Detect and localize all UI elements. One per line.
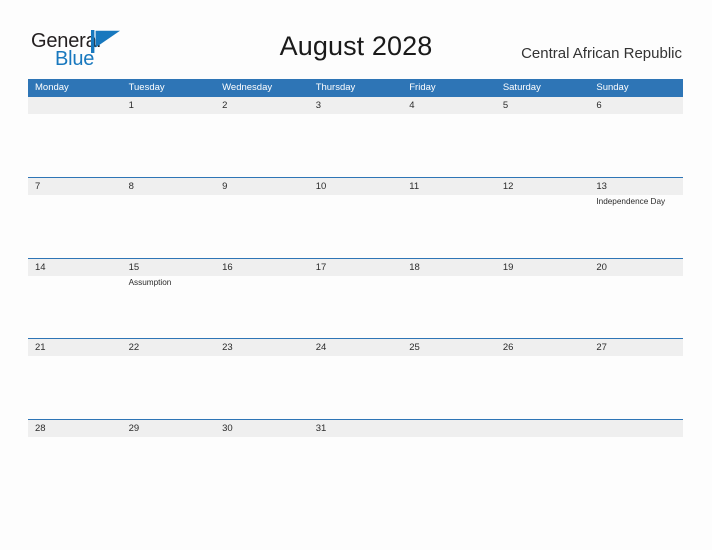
calendar-week-row: 28 29 30 31 [28, 418, 683, 500]
calendar-day-cell[interactable]: 28 [28, 420, 122, 500]
day-number: 9 [222, 181, 228, 192]
calendar-grid: Monday Tuesday Wednesday Thursday Friday… [28, 79, 683, 499]
day-number: 1 [128, 100, 134, 111]
day-number: 12 [502, 181, 514, 192]
day-number: 16 [222, 261, 233, 273]
day-number: 18 [409, 261, 420, 273]
day-number: 25 [409, 342, 420, 353]
calendar-day-cell[interactable]: 9 [215, 178, 309, 258]
day-number: 3 [315, 100, 321, 111]
weekday-monday: Monday [35, 82, 69, 93]
calendar-day-cell[interactable]: 10 [309, 178, 403, 258]
calendar-day-cell[interactable]: 13 Independence Day [589, 178, 683, 258]
calendar-day-cell-empty [496, 420, 590, 500]
day-number: 21 [35, 342, 46, 353]
calendar-day-cell[interactable]: 21 [28, 339, 122, 419]
day-number: 26 [502, 342, 514, 353]
day-number: 29 [128, 422, 140, 434]
day-number: 31 [315, 422, 327, 434]
calendar-day-cell[interactable]: 8 [122, 178, 216, 258]
day-number: 5 [502, 100, 509, 111]
region-label: Central African Republic [521, 45, 682, 62]
calendar-day-cell[interactable]: 17 [309, 259, 403, 339]
day-number: 2 [222, 100, 228, 111]
calendar-day-cell[interactable]: 6 [589, 97, 683, 177]
calendar-day-cell[interactable]: 1 [122, 97, 216, 177]
calendar-day-cell[interactable]: 24 [309, 339, 403, 419]
day-number: 14 [35, 261, 46, 273]
day-number: 28 [35, 422, 46, 434]
calendar-day-cell[interactable]: 16 [215, 259, 309, 339]
day-events: Independence Day [596, 196, 684, 207]
weekday-friday: Friday [409, 82, 436, 93]
day-number: 24 [315, 342, 327, 353]
calendar-day-cell[interactable]: 4 [402, 97, 496, 177]
calendar-day-cell[interactable]: 29 [122, 420, 216, 500]
calendar-day-cell[interactable]: 3 [309, 97, 403, 177]
holiday-label: Independence Day [596, 197, 666, 206]
calendar-day-cell[interactable]: 12 [496, 178, 590, 258]
day-number: 19 [502, 261, 514, 273]
calendar-day-cell[interactable]: 22 [122, 339, 216, 419]
calendar-day-cell[interactable]: 23 [215, 339, 309, 419]
calendar-day-cell[interactable]: 2 [215, 97, 309, 177]
day-number: 11 [409, 181, 420, 192]
calendar-day-cell[interactable]: 25 [402, 339, 496, 419]
day-events: Assumption [129, 277, 217, 288]
calendar-day-cell-empty [402, 420, 496, 500]
day-number: 13 [596, 181, 607, 192]
day-number: 4 [409, 100, 415, 111]
weekday-header-row: Monday Tuesday Wednesday Thursday Friday… [28, 79, 683, 96]
day-number: 27 [596, 342, 607, 353]
weekday-saturday: Saturday [502, 82, 541, 93]
day-number: 8 [128, 181, 134, 192]
calendar-day-cell-empty [28, 97, 122, 177]
day-number: 30 [222, 422, 233, 434]
calendar-day-cell[interactable]: 15 Assumption [122, 259, 216, 339]
day-number: 20 [596, 261, 607, 273]
calendar-week-row: 7 8 9 10 11 12 13 Independence Day [28, 177, 683, 258]
calendar-day-cell[interactable]: 18 [402, 259, 496, 339]
calendar-day-cell[interactable]: 7 [28, 178, 122, 258]
day-number: 7 [35, 181, 41, 192]
day-number: 17 [315, 261, 327, 273]
weekday-tuesday: Tuesday [128, 82, 165, 93]
calendar-day-cell[interactable]: 14 [28, 259, 122, 339]
weekday-wednesday: Wednesday [222, 82, 273, 93]
calendar-day-cell[interactable]: 20 [589, 259, 683, 339]
day-number: 23 [222, 342, 233, 353]
calendar-day-cell-empty [589, 420, 683, 500]
calendar-week-row: 1 2 3 4 5 6 [28, 96, 683, 177]
calendar-day-cell[interactable]: 19 [496, 259, 590, 339]
weekday-sunday: Sunday [596, 82, 629, 93]
calendar-weeks: 1 2 3 4 5 6 7 8 9 10 11 12 13 Independence Day 14 15 Ass… [28, 96, 683, 499]
calendar-day-cell[interactable]: 5 [496, 97, 590, 177]
day-number: 15 [128, 261, 140, 273]
calendar-week-row: 21 22 23 24 25 26 27 [28, 338, 683, 419]
page-header: General Blue August 2028 Central African… [0, 0, 712, 79]
calendar-day-cell[interactable]: 11 [402, 178, 496, 258]
calendar-day-cell[interactable]: 26 [496, 339, 590, 419]
calendar-day-cell[interactable]: 27 [589, 339, 683, 419]
weekday-thursday: Thursday [315, 82, 356, 93]
calendar-day-cell[interactable]: 30 [215, 420, 309, 500]
calendar-day-cell[interactable]: 31 [309, 420, 403, 500]
calendar-week-row: 14 15 Assumption 16 17 18 19 20 [28, 257, 683, 339]
holiday-label: Assumption [128, 277, 172, 287]
day-number: 22 [128, 342, 140, 353]
day-number: 10 [315, 181, 327, 192]
day-number: 6 [596, 100, 602, 111]
